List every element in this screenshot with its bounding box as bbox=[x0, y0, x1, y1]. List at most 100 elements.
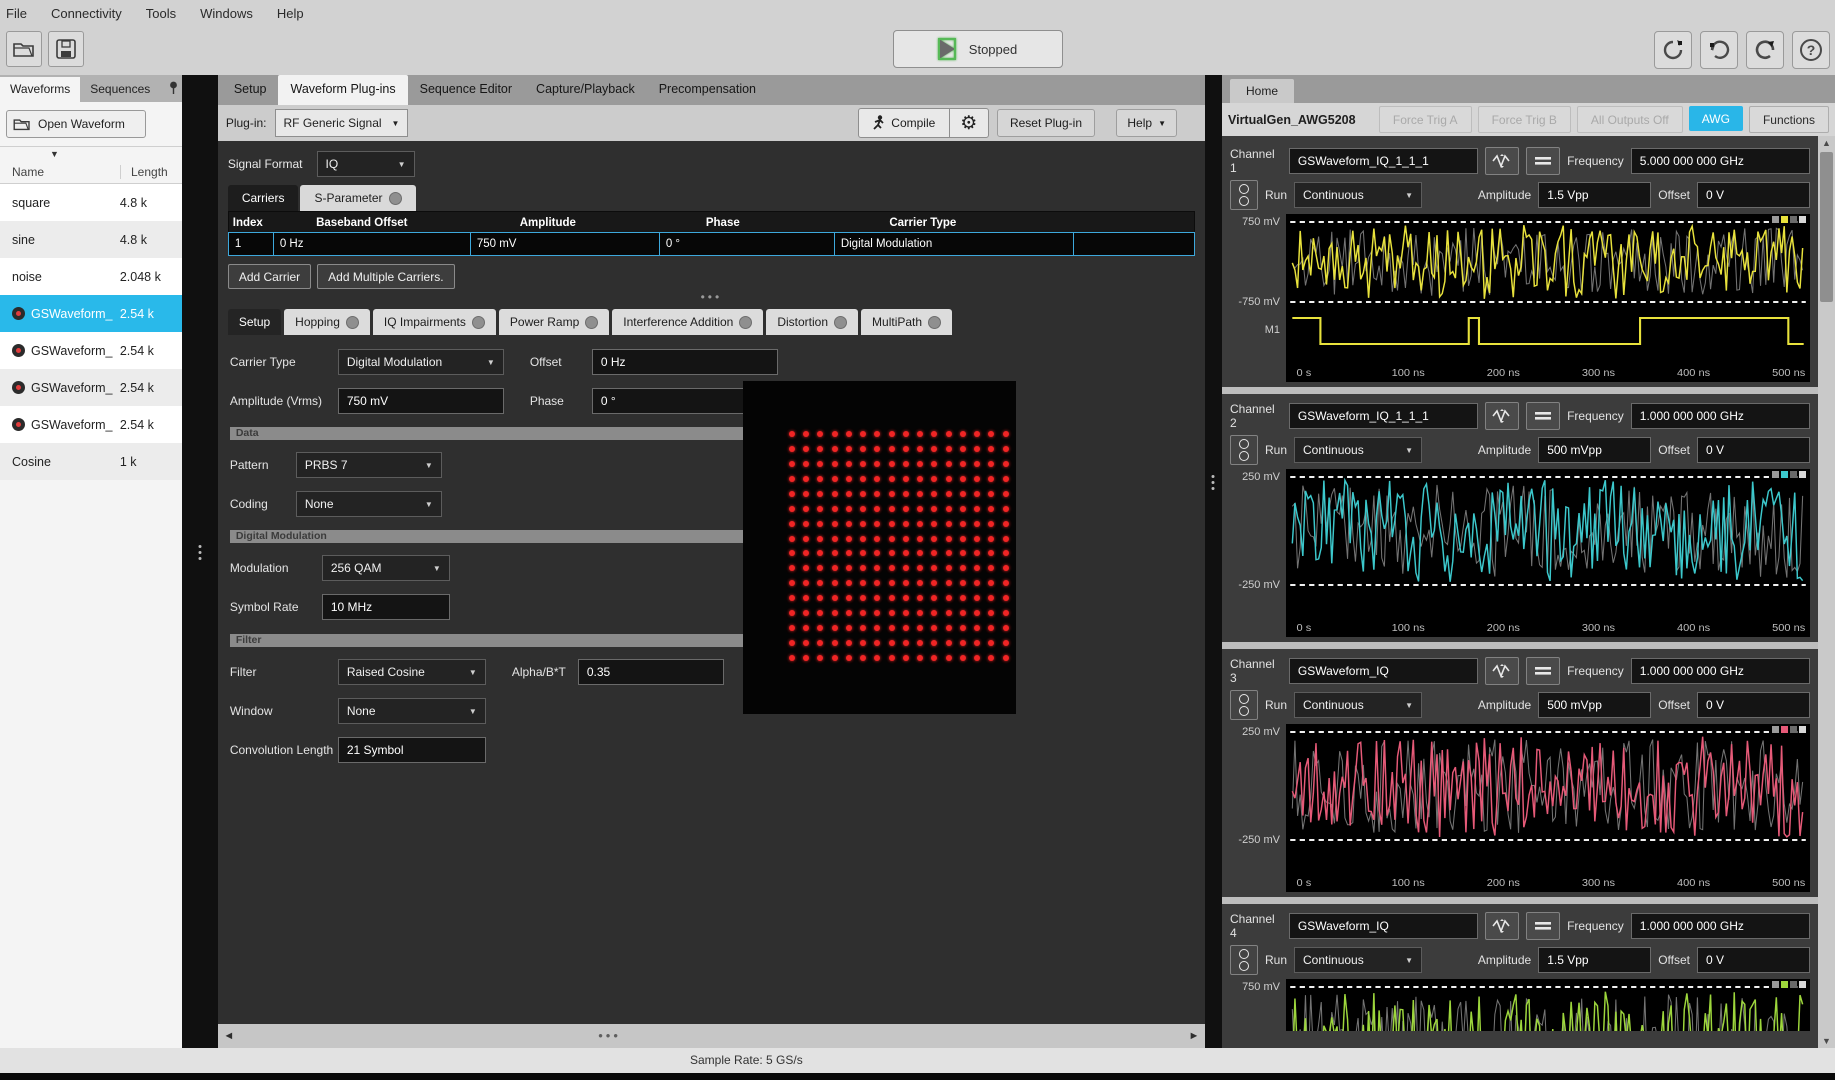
list-item[interactable]: Cosine1 k bbox=[0, 443, 182, 480]
tab-home[interactable]: Home bbox=[1230, 79, 1294, 103]
refresh-button[interactable] bbox=[1746, 31, 1784, 69]
list-item[interactable]: sine4.8 k bbox=[0, 221, 182, 258]
plugin-settings-button[interactable]: ⚙ bbox=[949, 108, 989, 138]
alpha-input[interactable]: 0.35 bbox=[578, 659, 724, 685]
menu-item-tools[interactable]: Tools bbox=[146, 6, 176, 21]
tab-sequences[interactable]: Sequences bbox=[80, 77, 160, 102]
splitter-handle-icon[interactable]: ••• bbox=[218, 291, 1205, 305]
vertical-scrollbar[interactable]: ▲ ▼ bbox=[1818, 136, 1835, 1048]
tab-precompensation[interactable]: Precompensation bbox=[647, 75, 768, 105]
column-length[interactable]: Length bbox=[121, 165, 168, 179]
offset-input[interactable]: 0 V bbox=[1697, 692, 1810, 718]
offset-adjust-button[interactable] bbox=[1526, 402, 1560, 430]
plugin-help-button[interactable]: Help ▼ bbox=[1116, 109, 1177, 137]
offset-input[interactable]: 0 Hz bbox=[592, 349, 778, 375]
amplitude-input[interactable]: 500 mVpp bbox=[1538, 692, 1651, 718]
tab-hopping[interactable]: Hopping bbox=[284, 309, 370, 335]
list-item[interactable]: noise2.048 k bbox=[0, 258, 182, 295]
offset-adjust-button[interactable] bbox=[1526, 147, 1560, 175]
tab-interference-addition[interactable]: Interference Addition bbox=[612, 309, 763, 335]
offset-adjust-button[interactable] bbox=[1526, 657, 1560, 685]
run-mode-select[interactable]: Continuous▼ bbox=[1294, 692, 1422, 718]
all-outputs-off-button[interactable]: All Outputs Off bbox=[1577, 106, 1683, 133]
tab-sequence-editor[interactable]: Sequence Editor bbox=[408, 75, 524, 105]
scrollbar-thumb[interactable] bbox=[1820, 152, 1833, 302]
channel-waveform-input[interactable]: GSWaveform_IQ bbox=[1289, 658, 1478, 684]
channel-waveform-input[interactable]: GSWaveform_IQ_1_1_1 bbox=[1289, 403, 1478, 429]
scroll-up-icon[interactable]: ▲ bbox=[1818, 138, 1835, 148]
output-connector-button[interactable] bbox=[1230, 435, 1258, 465]
tab-waveform-plug-ins[interactable]: Waveform Plug-ins bbox=[278, 75, 407, 105]
offset-adjust-button[interactable] bbox=[1526, 912, 1560, 940]
output-connector-button[interactable] bbox=[1230, 690, 1258, 720]
pin-icon[interactable] bbox=[169, 81, 178, 97]
frequency-input[interactable]: 5.000 000 000 GHz bbox=[1631, 148, 1810, 174]
waveform-scale-button[interactable] bbox=[1485, 147, 1519, 175]
menu-item-help[interactable]: Help bbox=[277, 6, 304, 21]
run-state-button[interactable]: Stopped bbox=[893, 30, 1063, 68]
tab-power-ramp[interactable]: Power Ramp bbox=[499, 309, 609, 335]
offset-input[interactable]: 0 V bbox=[1697, 437, 1810, 463]
tab-s-parameter[interactable]: S-Parameter bbox=[300, 185, 415, 211]
table-cell[interactable]: 0 ° bbox=[660, 233, 835, 255]
waveform-scale-button[interactable] bbox=[1485, 912, 1519, 940]
table-cell[interactable]: Digital Modulation bbox=[835, 233, 1074, 255]
tab-multipath[interactable]: MultiPath bbox=[861, 309, 952, 335]
plugin-select[interactable]: RF Generic Signal ▼ bbox=[275, 109, 409, 137]
functions-button[interactable]: Functions bbox=[1749, 106, 1829, 133]
amplitude-input[interactable]: 500 mVpp bbox=[1538, 437, 1651, 463]
force-trig-a-button[interactable]: Force Trig A bbox=[1379, 106, 1472, 133]
save-button[interactable] bbox=[48, 31, 84, 67]
amplitude-input[interactable]: 1.5 Vpp bbox=[1538, 947, 1651, 973]
scroll-left-icon[interactable]: ◄ bbox=[218, 1030, 240, 1042]
waveform-scale-button[interactable] bbox=[1485, 402, 1519, 430]
scroll-right-icon[interactable]: ► bbox=[1183, 1030, 1205, 1042]
awg-button[interactable]: AWG bbox=[1689, 106, 1743, 131]
open-waveform-button[interactable]: Open Waveform bbox=[6, 110, 146, 138]
run-mode-select[interactable]: Continuous▼ bbox=[1294, 182, 1422, 208]
force-trig-b-button[interactable]: Force Trig B bbox=[1478, 106, 1571, 133]
list-item[interactable]: square4.8 k bbox=[0, 184, 182, 221]
table-cell[interactable]: 0 Hz bbox=[274, 233, 471, 255]
reset-plugin-button[interactable]: Reset Plug-in bbox=[997, 109, 1095, 137]
amplitude-input[interactable]: 1.5 Vpp bbox=[1538, 182, 1651, 208]
menu-item-windows[interactable]: Windows bbox=[200, 6, 253, 21]
add-carrier-button[interactable]: Add Carrier bbox=[228, 264, 311, 289]
compile-button[interactable]: Compile bbox=[858, 108, 950, 138]
waveform-scale-button[interactable] bbox=[1485, 657, 1519, 685]
offset-input[interactable]: 0 V bbox=[1697, 947, 1810, 973]
tab-setup[interactable]: Setup bbox=[228, 309, 281, 335]
coding-select[interactable]: None ▼ bbox=[296, 491, 442, 517]
table-cell[interactable]: 750 mV bbox=[471, 233, 660, 255]
add-multiple-carriers-button[interactable]: Add Multiple Carriers. bbox=[317, 264, 454, 289]
scroll-down-icon[interactable]: ▼ bbox=[1818, 1036, 1835, 1046]
symbol-rate-input[interactable]: 10 MHz bbox=[322, 594, 450, 620]
run-mode-select[interactable]: Continuous▼ bbox=[1294, 947, 1422, 973]
help-button[interactable]: ? bbox=[1792, 31, 1830, 69]
amplitude-input[interactable]: 750 mV bbox=[338, 388, 504, 414]
tab-setup[interactable]: Setup bbox=[222, 75, 279, 105]
tab-waveforms[interactable]: Waveforms bbox=[0, 77, 80, 102]
output-connector-button[interactable] bbox=[1230, 945, 1258, 975]
table-cell[interactable]: 1 bbox=[229, 233, 274, 255]
list-item[interactable]: GSWaveform_2.54 k bbox=[0, 369, 182, 406]
run-mode-select[interactable]: Continuous▼ bbox=[1294, 437, 1422, 463]
column-name[interactable]: Name bbox=[12, 165, 44, 179]
tab-distortion[interactable]: Distortion bbox=[766, 309, 858, 335]
tab-capture-playback[interactable]: Capture/Playback bbox=[524, 75, 647, 105]
sort-indicator-icon[interactable]: ▼ bbox=[50, 149, 59, 159]
filter-select[interactable]: Raised Cosine ▼ bbox=[338, 659, 486, 685]
signal-format-select[interactable]: IQ ▼ bbox=[317, 151, 415, 177]
panel-splitter-right[interactable] bbox=[1205, 75, 1222, 1048]
panel-splitter-left[interactable] bbox=[182, 75, 218, 1048]
list-item[interactable]: GSWaveform_2.54 k bbox=[0, 332, 182, 369]
carrier-type-select[interactable]: Digital Modulation ▼ bbox=[338, 349, 504, 375]
window-select[interactable]: None ▼ bbox=[338, 698, 486, 724]
offset-input[interactable]: 0 V bbox=[1697, 182, 1810, 208]
restore-default-setup-button[interactable] bbox=[1654, 31, 1692, 69]
convolution-length-input[interactable]: 21 Symbol bbox=[338, 737, 486, 763]
list-item[interactable]: GSWaveform_2.54 k bbox=[0, 406, 182, 443]
menu-item-file[interactable]: File bbox=[6, 6, 27, 21]
menu-item-connectivity[interactable]: Connectivity bbox=[51, 6, 122, 21]
horizontal-scrollbar[interactable]: ◄ ••• ► bbox=[218, 1024, 1205, 1048]
